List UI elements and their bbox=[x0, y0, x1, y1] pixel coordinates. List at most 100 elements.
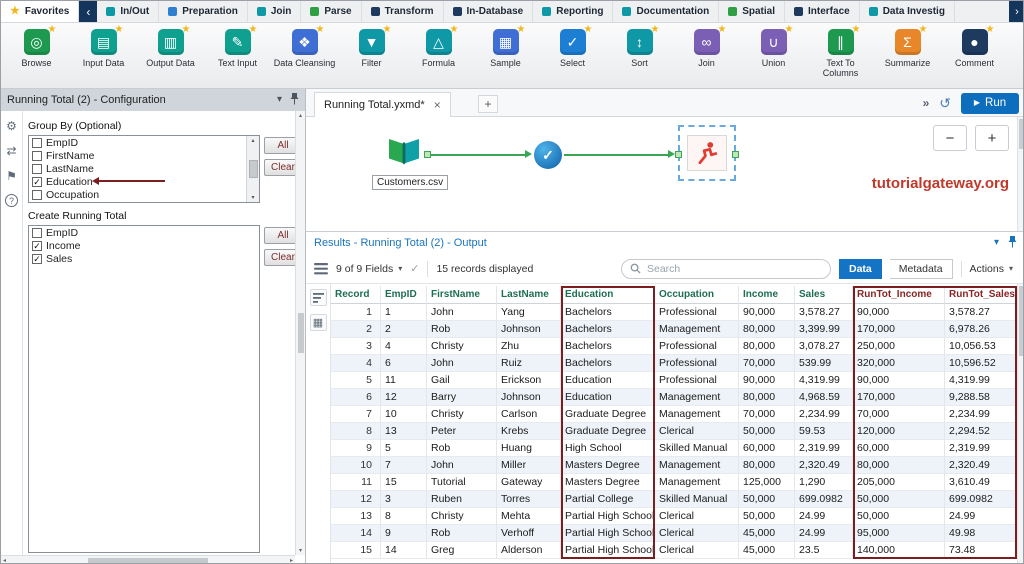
tab-overflow-chevrons-icon[interactable]: » bbox=[923, 96, 930, 110]
scroll-thumb[interactable] bbox=[88, 557, 208, 563]
column-header-record[interactable]: Record bbox=[331, 286, 381, 304]
table-row[interactable]: 2 2 Rob Johnson Bachelors Management 80,000 3,3… bbox=[331, 321, 1017, 338]
tool-data-cleansing[interactable]: ❖ ★ Data Cleansing bbox=[271, 24, 338, 88]
table-row[interactable]: 3 4 Christy Zhu Bachelors Professional 80,000 3… bbox=[331, 338, 1017, 355]
config-vertical-scrollbar[interactable]: ▴ ▾ bbox=[295, 111, 305, 555]
table-row[interactable]: 4 6 John Ruiz Bachelors Professional 70,000 539… bbox=[331, 355, 1017, 372]
table-row[interactable]: 12 3 Ruben Torres Partial College Skilled Man… bbox=[331, 491, 1017, 508]
ribbon-tab-in-out[interactable]: In/Out bbox=[97, 1, 160, 22]
pin-icon[interactable] bbox=[290, 92, 299, 108]
column-header-sales[interactable]: Sales bbox=[795, 286, 853, 304]
ribbon-back-chevron-icon[interactable]: ‹ bbox=[79, 1, 98, 22]
scroll-up-icon[interactable]: ▴ bbox=[299, 112, 302, 119]
table-row[interactable]: 13 8 Christy Mehta Partial High School Cleric… bbox=[331, 508, 1017, 525]
input-data-tool-node[interactable] bbox=[386, 135, 422, 167]
workflow-arrows-icon[interactable]: ⇄ bbox=[6, 144, 16, 158]
scroll-down-icon[interactable]: ▾ bbox=[299, 547, 302, 554]
layout-options-icon[interactable] bbox=[314, 262, 328, 275]
column-header-empid[interactable]: EmpID bbox=[381, 286, 427, 304]
ribbon-tab-documentation[interactable]: Documentation bbox=[613, 1, 720, 22]
tool-formula[interactable]: △ ★ Formula bbox=[405, 24, 472, 88]
group-by-item-empid[interactable]: EmpID bbox=[29, 136, 259, 149]
group-by-item-firstname[interactable]: FirstName bbox=[29, 149, 259, 162]
table-row[interactable]: 15 14 Greg Alderson Partial High School Cleri… bbox=[331, 542, 1017, 559]
column-header-firstname[interactable]: FirstName bbox=[427, 286, 497, 304]
tag-icon[interactable]: ⚑ bbox=[6, 169, 17, 183]
zoom-in-button[interactable]: + bbox=[975, 125, 1009, 151]
running-total-item-income[interactable]: ✓ Income bbox=[29, 239, 259, 252]
checkbox-unchecked[interactable] bbox=[32, 227, 42, 238]
scroll-thumb[interactable] bbox=[297, 313, 304, 353]
workflow-tab[interactable]: Running Total.yxmd* × bbox=[314, 92, 451, 117]
collapse-chevron-icon[interactable]: ▾ bbox=[994, 238, 999, 248]
ribbon-tab-preparation[interactable]: Preparation bbox=[159, 1, 248, 22]
table-row[interactable]: 6 12 Barry Johnson Education Management 80,000… bbox=[331, 389, 1017, 406]
run-button[interactable]: ▶ Run bbox=[961, 92, 1019, 114]
table-row[interactable]: 10 7 John Miller Masters Degree Management 80,… bbox=[331, 457, 1017, 474]
close-tab-icon[interactable]: × bbox=[434, 99, 441, 111]
scroll-right-icon[interactable]: ▸ bbox=[290, 557, 293, 563]
ribbon-tab-spatial[interactable]: Spatial bbox=[719, 1, 786, 22]
scroll-down-icon[interactable]: ▾ bbox=[251, 194, 254, 201]
table-row[interactable]: 7 10 Christy Carlson Graduate Degree Manageme… bbox=[331, 406, 1017, 423]
ribbon-tab-in-database[interactable]: In-Database bbox=[444, 1, 534, 22]
zoom-out-button[interactable]: − bbox=[933, 125, 967, 151]
tool-join[interactable]: ∞ ★ Join bbox=[673, 24, 740, 88]
tool-summarize[interactable]: Σ ★ Summarize bbox=[874, 24, 941, 88]
fields-dropdown[interactable]: 9 of 9 Fields ▾ bbox=[336, 263, 402, 275]
checkbox-checked[interactable]: ✓ bbox=[32, 240, 42, 251]
checkbox-unchecked[interactable] bbox=[32, 189, 42, 200]
search-input[interactable] bbox=[647, 262, 822, 275]
ribbon-tab-favorites[interactable]: ★ Favorites bbox=[1, 1, 80, 22]
group-by-scrollbar[interactable]: ▴ ▾ bbox=[246, 136, 259, 202]
scroll-left-icon[interactable]: ◂ bbox=[3, 557, 6, 563]
settings-gear-icon[interactable]: ⚙ bbox=[6, 119, 17, 133]
ribbon-forward-chevron-icon[interactable]: › bbox=[1009, 1, 1023, 22]
column-header-lastname[interactable]: LastName bbox=[497, 286, 561, 304]
tool-text-input[interactable]: ✎ ★ Text Input bbox=[204, 24, 271, 88]
table-row[interactable]: 5 11 Gail Erickson Education Professional 90,0… bbox=[331, 372, 1017, 389]
version-history-icon[interactable]: ↺ bbox=[939, 96, 951, 110]
tool-browse[interactable]: ◎ ★ Browse bbox=[3, 24, 70, 88]
table-row[interactable]: 8 13 Peter Krebs Graduate Degree Clerical 50,0… bbox=[331, 423, 1017, 440]
tool-comment[interactable]: ● ★ Comment bbox=[941, 24, 1008, 88]
pin-icon[interactable] bbox=[1008, 235, 1017, 251]
workflow-canvas[interactable]: − + Customers.csv ✓ tutorialgateway.org bbox=[306, 117, 1023, 231]
scroll-thumb[interactable] bbox=[1019, 119, 1023, 149]
column-header-runtot-sales[interactable]: RunTot_Sales bbox=[945, 286, 1017, 304]
running-total-item-sales[interactable]: ✓ Sales bbox=[29, 252, 259, 265]
checkbox-checked[interactable]: ✓ bbox=[32, 176, 42, 187]
ribbon-tab-transform[interactable]: Transform bbox=[362, 1, 444, 22]
collapse-chevron-icon[interactable]: ▾ bbox=[277, 95, 282, 105]
running-total-tool-node[interactable]: ✓ bbox=[534, 141, 562, 169]
metadata-view-button[interactable]: Metadata bbox=[889, 258, 953, 279]
config-horizontal-scrollbar[interactable]: ◂ ▸ bbox=[1, 555, 295, 563]
table-row[interactable]: 9 5 Rob Huang High School Skilled Manual 60,00… bbox=[331, 440, 1017, 457]
column-header-income[interactable]: Income bbox=[739, 286, 795, 304]
running-total-item-empid[interactable]: EmpID bbox=[29, 226, 259, 239]
scroll-thumb[interactable] bbox=[1019, 286, 1023, 356]
checkbox-checked[interactable]: ✓ bbox=[32, 253, 42, 264]
ribbon-tab-interface[interactable]: Interface bbox=[785, 1, 860, 22]
canvas-vertical-scrollbar[interactable] bbox=[1017, 117, 1023, 231]
tool-sort[interactable]: ↕ ★ Sort bbox=[606, 24, 673, 88]
tool-union[interactable]: ∪ ★ Union bbox=[740, 24, 807, 88]
table-row[interactable]: 1 1 John Yang Bachelors Professional 90,000 3,5… bbox=[331, 304, 1017, 321]
apply-check-icon[interactable]: ✓ bbox=[410, 262, 419, 275]
sort-filter-icon[interactable] bbox=[309, 289, 327, 306]
table-row[interactable]: 14 9 Rob Verhoff Partial High School Clerical… bbox=[331, 525, 1017, 542]
column-header-runtot-income[interactable]: RunTot_Income bbox=[853, 286, 945, 304]
scroll-thumb[interactable] bbox=[248, 160, 258, 178]
tool-select[interactable]: ✓ ★ Select bbox=[539, 24, 606, 88]
tool-input-data[interactable]: ▤ ★ Input Data bbox=[70, 24, 137, 88]
help-icon[interactable]: ? bbox=[5, 194, 18, 207]
group-by-item-occupation[interactable]: Occupation bbox=[29, 188, 259, 201]
new-tab-button[interactable]: + bbox=[478, 95, 498, 113]
tool-output-data[interactable]: ▥ ★ Output Data bbox=[137, 24, 204, 88]
data-view-button[interactable]: Data bbox=[839, 258, 882, 279]
tool-filter[interactable]: ▼ ★ Filter bbox=[338, 24, 405, 88]
actions-dropdown[interactable]: Actions ▾ bbox=[970, 263, 1017, 275]
checkbox-unchecked[interactable] bbox=[32, 150, 42, 161]
results-vertical-scrollbar[interactable] bbox=[1017, 284, 1023, 563]
tool-sample[interactable]: ▦ ★ Sample bbox=[472, 24, 539, 88]
